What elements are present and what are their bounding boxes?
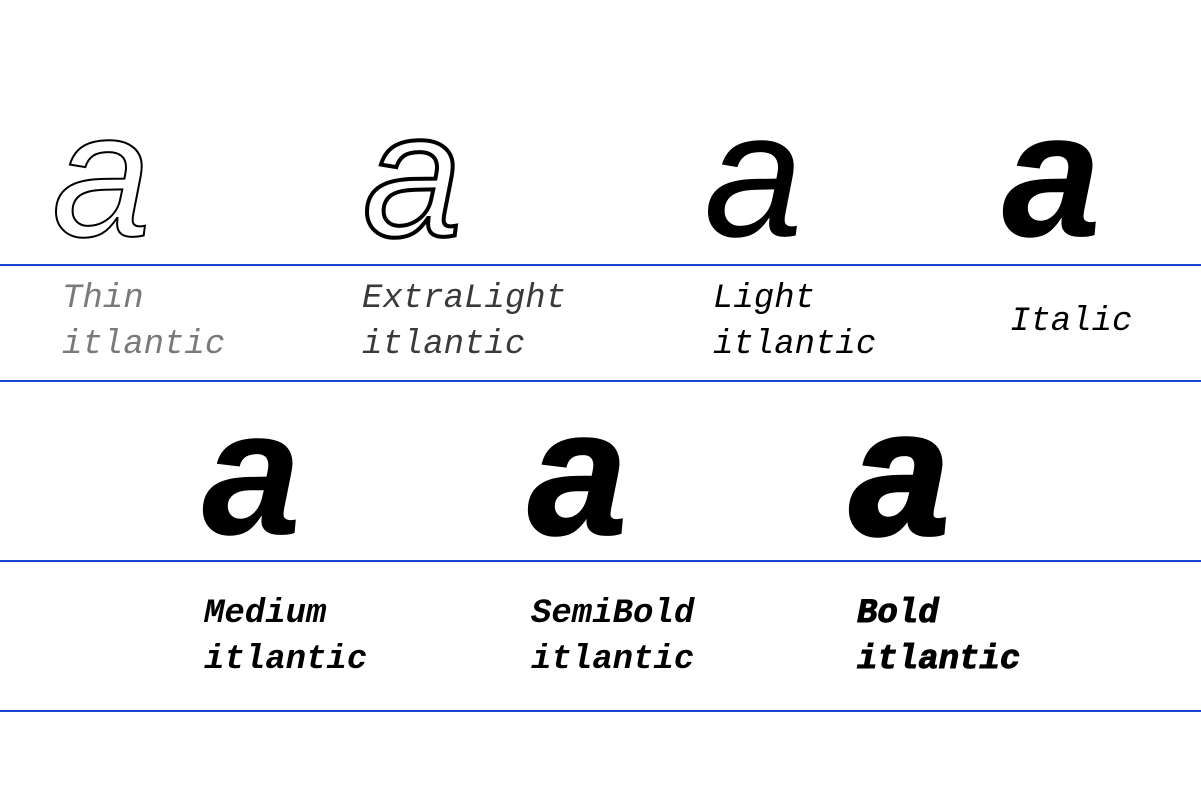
divider-line: [0, 710, 1201, 712]
weight-name: SemiBold: [531, 595, 695, 633]
label-bold: Bold itlantic: [856, 591, 1021, 683]
weight-name: Italic: [1010, 303, 1133, 341]
glyph-medium: a: [202, 373, 301, 572]
weight-sample: itlantic: [856, 641, 1021, 680]
weight-name: ExtraLight: [362, 280, 567, 318]
weight-sample: itlantic: [62, 326, 226, 364]
weight-sample: itlantic: [713, 326, 877, 364]
weight-name: Light: [713, 280, 816, 318]
divider-line: [0, 560, 1201, 562]
label-thin: Thin itlantic: [62, 276, 225, 368]
label-medium: Medium itlantic: [204, 591, 367, 683]
label-italic: Italic: [1010, 299, 1132, 345]
weight-name: Thin: [62, 280, 144, 318]
label-semibold: SemiBold itlantic: [531, 591, 694, 683]
weight-name: Bold: [856, 595, 939, 634]
weight-name: Medium: [204, 595, 327, 633]
glyph-thin: a: [51, 75, 152, 274]
glyph-italic: a: [1002, 75, 1101, 274]
glyph-light: a: [704, 75, 803, 274]
glyph-bold: a: [848, 373, 951, 572]
weight-sample: itlantic: [531, 641, 695, 679]
glyph-extralight: a: [361, 75, 464, 274]
divider-line: [0, 264, 1201, 266]
weight-sample: itlantic: [204, 641, 368, 679]
label-extralight: ExtraLight itlantic: [362, 276, 566, 368]
weight-sample: itlantic: [362, 326, 526, 364]
label-light: Light itlantic: [713, 276, 876, 368]
glyph-semibold: a: [527, 373, 628, 572]
